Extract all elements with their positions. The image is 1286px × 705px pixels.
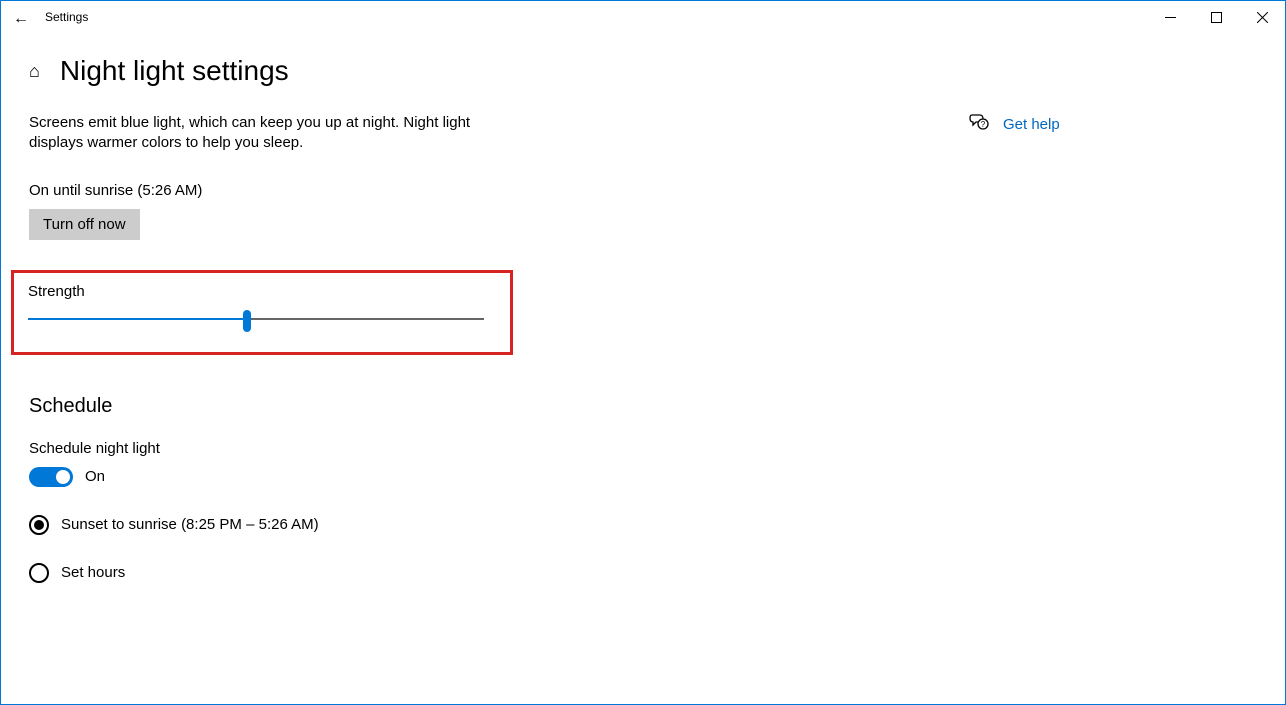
schedule-label: Schedule night light (29, 440, 669, 457)
svg-text:?: ? (981, 120, 986, 129)
close-icon (1257, 12, 1268, 23)
status-text: On until sunrise (5:26 AM) (29, 182, 669, 199)
description-text: Screens emit blue light, which can keep … (29, 113, 509, 154)
radio-sethours-label: Set hours (61, 564, 125, 581)
schedule-heading: Schedule (29, 395, 669, 418)
strength-slider[interactable] (28, 318, 484, 320)
turn-off-button[interactable]: Turn off now (29, 209, 140, 240)
minimize-icon (1165, 12, 1176, 23)
radio-sunset-dot (34, 520, 44, 530)
minimize-button[interactable] (1147, 1, 1193, 33)
strength-highlight-box: Strength (11, 270, 513, 355)
home-icon[interactable]: ⌂ (29, 61, 40, 82)
slider-fill (28, 318, 247, 320)
strength-label: Strength (28, 283, 496, 300)
window-controls (1147, 1, 1285, 33)
app-title: Settings (41, 10, 88, 24)
get-help-text: Get help (1003, 116, 1060, 133)
radio-sethours[interactable] (29, 563, 49, 583)
toggle-state-text: On (85, 468, 105, 485)
maximize-button[interactable] (1193, 1, 1239, 33)
close-button[interactable] (1239, 1, 1285, 33)
page-header: ⌂ Night light settings (29, 55, 1257, 87)
radio-sunset-row[interactable]: Sunset to sunrise (8:25 PM – 5:26 AM) (29, 515, 669, 535)
title-bar: ← Settings (1, 1, 1285, 33)
radio-sunset[interactable] (29, 515, 49, 535)
page-title: Night light settings (60, 55, 289, 87)
radio-sunset-label: Sunset to sunrise (8:25 PM – 5:26 AM) (61, 516, 319, 533)
get-help-link[interactable]: ? Get help (969, 113, 1060, 136)
maximize-icon (1211, 12, 1222, 23)
help-icon: ? (969, 113, 989, 136)
radio-sethours-row[interactable]: Set hours (29, 563, 669, 583)
slider-thumb[interactable] (243, 310, 251, 332)
schedule-toggle[interactable] (29, 467, 73, 487)
back-button[interactable]: ← (1, 7, 41, 28)
toggle-knob (56, 470, 70, 484)
